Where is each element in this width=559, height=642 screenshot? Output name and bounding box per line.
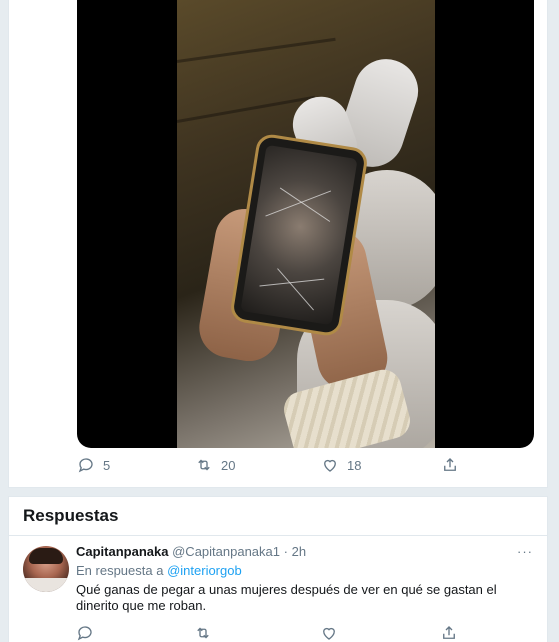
like-icon [323, 627, 335, 640]
retweet-button[interactable]: 20 [195, 456, 235, 474]
reply-header: Capitanpanaka @Capitanpanaka1 · 2h [76, 544, 306, 559]
like-button[interactable]: 18 [321, 456, 361, 474]
in-reply-prefix: En respuesta a [76, 563, 164, 578]
share-button[interactable] [441, 456, 459, 474]
reply-actions [76, 624, 476, 642]
retweet-icon [197, 627, 209, 639]
tweet-video[interactable] [77, 0, 534, 448]
video-frame [177, 0, 435, 448]
retweet-count: 20 [221, 457, 236, 473]
more-icon[interactable]: ··· [517, 544, 533, 559]
avatar-shirt [23, 578, 69, 592]
reply-icon [78, 458, 93, 473]
replies-title: Respuestas [23, 506, 119, 525]
like-icon [324, 459, 336, 472]
avatar-hair [29, 548, 63, 564]
replies-header: Respuestas [8, 496, 548, 536]
retweet-button[interactable] [194, 624, 212, 642]
reply-button[interactable]: 5 [77, 456, 110, 474]
screen-crack [265, 190, 332, 217]
avatar[interactable] [23, 546, 69, 592]
reply-count: 5 [103, 457, 111, 473]
reply-tweet[interactable]: Capitanpanaka @Capitanpanaka1 · 2h ··· E… [8, 536, 548, 642]
reply-icon [77, 626, 92, 641]
share-icon [443, 626, 455, 639]
reply-button[interactable] [76, 624, 94, 642]
retweet-icon [198, 459, 210, 471]
reply-timestamp[interactable]: 2h [292, 544, 306, 559]
screen-crack [277, 268, 314, 311]
share-button[interactable] [440, 624, 458, 642]
reply-text: Qué ganas de pegar a unas mujeres despué… [76, 582, 497, 613]
like-button[interactable] [320, 624, 338, 642]
reply-display-name[interactable]: Capitanpanaka [76, 544, 168, 559]
floor-detail [177, 37, 336, 63]
share-icon [444, 458, 456, 471]
in-reply-to: En respuesta a @interiorgob [76, 563, 242, 578]
reply-handle[interactable]: @Capitanpanaka1 [172, 544, 280, 559]
phone-screen [240, 144, 358, 326]
reply-separator: · [283, 544, 288, 559]
in-reply-handle-link[interactable]: @interiorgob [167, 563, 242, 578]
like-count: 18 [347, 457, 362, 473]
tweet-card: 5 20 18 [8, 0, 548, 488]
tweet-actions: 5 20 18 [77, 456, 477, 478]
